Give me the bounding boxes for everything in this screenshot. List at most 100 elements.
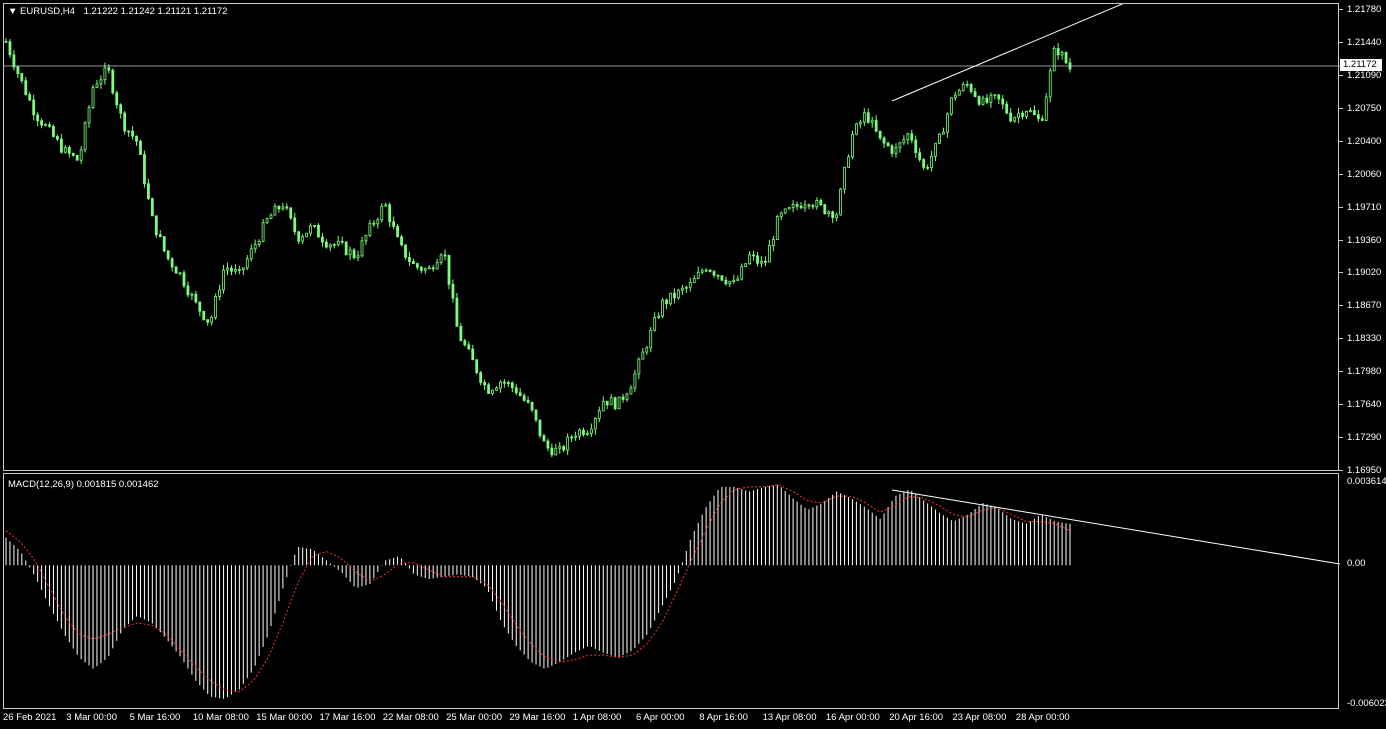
price-tick-label: 1.21440 (1347, 36, 1382, 48)
candle-body (107, 67, 111, 71)
candle-body (328, 244, 332, 248)
price-tick-mark (1339, 305, 1343, 307)
candle-body (415, 263, 419, 268)
candle-body (214, 296, 218, 318)
candle-body (139, 140, 142, 155)
candle-body (839, 188, 842, 216)
candle-body (154, 215, 158, 236)
current-price-marker: 1.21172 (1340, 59, 1382, 71)
price-tick-label: 1.19020 (1347, 267, 1382, 279)
candle-body (514, 387, 518, 394)
candle-body (550, 447, 554, 456)
candle-body (601, 400, 605, 412)
candle-body (949, 97, 953, 115)
time-tick-label: 17 Mar 16:00 (319, 712, 376, 723)
candle-body (499, 381, 502, 389)
candle-body (1013, 117, 1017, 122)
candle-body (819, 200, 823, 205)
candle-body (1064, 52, 1068, 64)
candle-body (684, 286, 688, 289)
candle-body (953, 94, 957, 99)
price-chart-svg (4, 4, 1340, 458)
macd-title: MACD(12,26,9) 0.001815 0.001462 (8, 479, 159, 490)
candle-body (815, 200, 819, 208)
candle-body (293, 217, 297, 233)
time-tick-label: 22 Mar 08:00 (382, 712, 439, 723)
candle-body (364, 234, 368, 242)
time-tick-label: 28 Apr 00:00 (1015, 712, 1070, 723)
candle-body (368, 222, 372, 236)
candle-body (360, 240, 364, 257)
candle-body (8, 41, 12, 56)
candle-body (712, 271, 716, 276)
candle-body (918, 152, 922, 160)
candle-body (83, 122, 87, 151)
candle-body (119, 104, 123, 114)
time-tick-label: 6 Apr 00:00 (636, 712, 685, 723)
candle-body (783, 208, 787, 214)
candle-body (700, 270, 704, 273)
candle-body (957, 89, 961, 96)
candle-body (835, 214, 839, 219)
candle-body (653, 317, 657, 331)
price-tick-label: 1.19710 (1347, 201, 1382, 213)
candle-body (827, 211, 831, 215)
candle-body (459, 325, 463, 342)
macd-pane[interactable]: MACD(12,26,9) 0.001815 0.001462 (3, 473, 1340, 709)
price-tick-mark (1339, 437, 1343, 439)
candle-body (372, 222, 376, 225)
candle-body (878, 130, 882, 139)
candle-body (487, 384, 490, 394)
time-tick-label: 8 Apr 16:00 (699, 712, 748, 723)
time-tick-label: 20 Apr 16:00 (889, 712, 944, 723)
candle-body (48, 124, 51, 127)
candle-body (811, 205, 815, 208)
candle-body (886, 142, 890, 147)
candle-body (562, 446, 566, 451)
candle-body (779, 212, 783, 217)
candle-body (321, 236, 324, 243)
candle-body (582, 429, 585, 435)
candle-body (491, 389, 494, 394)
price-tick-label: 1.20060 (1347, 168, 1382, 180)
candle-body (795, 204, 799, 207)
candle-body (95, 83, 99, 88)
candle-body (412, 261, 415, 264)
dropdown-triangle-icon[interactable]: ▼ (8, 6, 17, 17)
time-tick-label: 25 Mar 00:00 (446, 712, 503, 723)
price-tick-mark (1339, 272, 1343, 274)
candle-body (1033, 110, 1036, 116)
candle-body (973, 91, 977, 97)
time-tick-label: 3 Mar 00:00 (66, 712, 117, 723)
candle-body (158, 234, 162, 237)
candle-body (732, 279, 736, 282)
candle-body (613, 397, 617, 410)
price-tick-label: 1.17980 (1347, 366, 1382, 378)
candle-body (79, 149, 83, 161)
candle-body (103, 67, 107, 81)
price-tick-label: 1.20750 (1347, 102, 1382, 114)
candle-body (36, 114, 40, 122)
price-tick-mark (1339, 371, 1343, 373)
candle-body (637, 358, 641, 375)
candle-body (764, 260, 767, 263)
candle-body (146, 183, 150, 200)
candle-body (961, 84, 965, 91)
candle-body (174, 266, 178, 274)
candle-body (530, 401, 534, 411)
candle-body (178, 272, 182, 275)
candle-body (471, 348, 475, 361)
candle-body (376, 219, 380, 225)
candle-body (661, 299, 664, 317)
candle-body (123, 112, 127, 132)
candle-body (882, 137, 886, 144)
candle-body (526, 400, 530, 403)
candle-body (59, 138, 63, 153)
candle-body (467, 344, 471, 350)
candle-body (910, 133, 914, 141)
candle-body (605, 400, 609, 406)
price-chart-pane[interactable]: ▼ EURUSD,H4 1.21222 1.21242 1.21121 1.21… (3, 3, 1340, 471)
candle-body (396, 225, 399, 238)
candle-body (862, 112, 866, 123)
candle-body (518, 392, 522, 397)
